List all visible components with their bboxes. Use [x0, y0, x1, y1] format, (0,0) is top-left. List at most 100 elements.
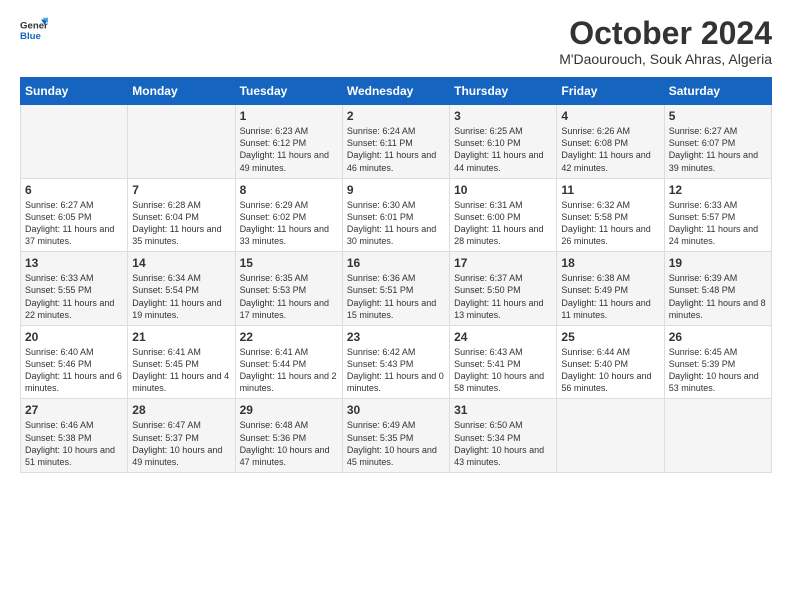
calendar-cell: 20 Sunrise: 6:40 AM Sunset: 5:46 PM Dayli… — [21, 325, 128, 399]
calendar-cell: 6Sunrise: 6:27 AM Sunset: 6:05 PM Daylig… — [21, 178, 128, 252]
day-number: 16 — [347, 256, 445, 270]
cell-content: Sunrise: 6:29 AM Sunset: 6:02 PM Dayligh… — [240, 199, 338, 248]
day-number: 19 — [669, 256, 767, 270]
header-cell-friday: Friday — [557, 78, 664, 105]
day-number: 2 — [347, 109, 445, 123]
day-number: 31 — [454, 403, 552, 417]
day-number: 5 — [669, 109, 767, 123]
day-number: 10 — [454, 183, 552, 197]
cell-content: Sunrise: 6:45 AM Sunset: 5:39 PM Dayligh… — [669, 346, 767, 395]
day-number: 23 — [347, 330, 445, 344]
week-row-1: 1 Sunrise: 6:23 AM Sunset: 6:12 PM Daylig… — [21, 105, 772, 179]
day-number: 8 — [240, 183, 338, 197]
calendar-cell: 31 Sunrise: 6:50 AM Sunset: 5:34 PM Dayli… — [450, 399, 557, 473]
calendar-cell: 18Sunrise: 6:38 AM Sunset: 5:49 PM Dayli… — [557, 252, 664, 326]
cell-content: Sunrise: 6:41 AM Sunset: 5:44 PM Dayligh… — [240, 346, 338, 395]
cell-content: Sunrise: 6:50 AM Sunset: 5:34 PM Dayligh… — [454, 419, 552, 468]
header-cell-sunday: Sunday — [21, 78, 128, 105]
calendar-cell: 26 Sunrise: 6:45 AM Sunset: 5:39 PM Dayli… — [664, 325, 771, 399]
calendar-cell: 5 Sunrise: 6:27 AM Sunset: 6:07 PM Daylig… — [664, 105, 771, 179]
calendar-cell: 24 Sunrise: 6:43 AM Sunset: 5:41 PM Dayli… — [450, 325, 557, 399]
day-number: 21 — [132, 330, 230, 344]
day-number: 26 — [669, 330, 767, 344]
calendar-page: General Blue October 2024 M'Daourouch, S… — [0, 0, 792, 612]
calendar-table: SundayMondayTuesdayWednesdayThursdayFrid… — [20, 77, 772, 473]
cell-content: Sunrise: 6:38 AM Sunset: 5:49 PM Dayligh… — [561, 272, 659, 321]
cell-content: Sunrise: 6:27 AM Sunset: 6:07 PM Dayligh… — [669, 125, 767, 174]
day-number: 28 — [132, 403, 230, 417]
cell-content: Sunrise: 6:23 AM Sunset: 6:12 PM Dayligh… — [240, 125, 338, 174]
cell-content: Sunrise: 6:43 AM Sunset: 5:41 PM Dayligh… — [454, 346, 552, 395]
header-cell-tuesday: Tuesday — [235, 78, 342, 105]
calendar-cell: 25 Sunrise: 6:44 AM Sunset: 5:40 PM Dayli… — [557, 325, 664, 399]
day-number: 15 — [240, 256, 338, 270]
cell-content: Sunrise: 6:42 AM Sunset: 5:43 PM Dayligh… — [347, 346, 445, 395]
week-row-4: 20 Sunrise: 6:40 AM Sunset: 5:46 PM Dayli… — [21, 325, 772, 399]
calendar-cell: 28 Sunrise: 6:47 AM Sunset: 5:37 PM Dayli… — [128, 399, 235, 473]
cell-content: Sunrise: 6:48 AM Sunset: 5:36 PM Dayligh… — [240, 419, 338, 468]
calendar-cell: 10Sunrise: 6:31 AM Sunset: 6:00 PM Dayli… — [450, 178, 557, 252]
header-cell-saturday: Saturday — [664, 78, 771, 105]
cell-content: Sunrise: 6:40 AM Sunset: 5:46 PM Dayligh… — [25, 346, 123, 395]
calendar-cell: 12Sunrise: 6:33 AM Sunset: 5:57 PM Dayli… — [664, 178, 771, 252]
day-number: 25 — [561, 330, 659, 344]
day-number: 29 — [240, 403, 338, 417]
day-number: 4 — [561, 109, 659, 123]
header-row: SundayMondayTuesdayWednesdayThursdayFrid… — [21, 78, 772, 105]
cell-content: Sunrise: 6:33 AM Sunset: 5:57 PM Dayligh… — [669, 199, 767, 248]
title-block: October 2024 M'Daourouch, Souk Ahras, Al… — [559, 16, 772, 67]
week-row-2: 6Sunrise: 6:27 AM Sunset: 6:05 PM Daylig… — [21, 178, 772, 252]
day-number: 7 — [132, 183, 230, 197]
week-row-5: 27 Sunrise: 6:46 AM Sunset: 5:38 PM Dayli… — [21, 399, 772, 473]
cell-content: Sunrise: 6:25 AM Sunset: 6:10 PM Dayligh… — [454, 125, 552, 174]
calendar-cell: 13 Sunrise: 6:33 AM Sunset: 5:55 PM Dayli… — [21, 252, 128, 326]
cell-content: Sunrise: 6:44 AM Sunset: 5:40 PM Dayligh… — [561, 346, 659, 395]
calendar-cell: 30 Sunrise: 6:49 AM Sunset: 5:35 PM Dayli… — [342, 399, 449, 473]
cell-content: Sunrise: 6:47 AM Sunset: 5:37 PM Dayligh… — [132, 419, 230, 468]
calendar-cell: 15 Sunrise: 6:35 AM Sunset: 5:53 PM Dayli… — [235, 252, 342, 326]
header: General Blue October 2024 M'Daourouch, S… — [20, 16, 772, 67]
cell-content: Sunrise: 6:34 AM Sunset: 5:54 PM Dayligh… — [132, 272, 230, 321]
calendar-cell: 1 Sunrise: 6:23 AM Sunset: 6:12 PM Daylig… — [235, 105, 342, 179]
month-title: October 2024 — [559, 16, 772, 51]
cell-content: Sunrise: 6:33 AM Sunset: 5:55 PM Dayligh… — [25, 272, 123, 321]
calendar-cell: 17Sunrise: 6:37 AM Sunset: 5:50 PM Dayli… — [450, 252, 557, 326]
calendar-cell: 7 Sunrise: 6:28 AM Sunset: 6:04 PM Daylig… — [128, 178, 235, 252]
svg-text:Blue: Blue — [20, 31, 41, 42]
logo-icon: General Blue — [20, 16, 48, 44]
day-number: 1 — [240, 109, 338, 123]
day-number: 24 — [454, 330, 552, 344]
day-number: 20 — [25, 330, 123, 344]
cell-content: Sunrise: 6:39 AM Sunset: 5:48 PM Dayligh… — [669, 272, 767, 321]
calendar-cell: 8 Sunrise: 6:29 AM Sunset: 6:02 PM Daylig… — [235, 178, 342, 252]
calendar-cell: 23 Sunrise: 6:42 AM Sunset: 5:43 PM Dayli… — [342, 325, 449, 399]
calendar-cell: 4 Sunrise: 6:26 AM Sunset: 6:08 PM Daylig… — [557, 105, 664, 179]
logo: General Blue — [20, 16, 48, 44]
calendar-cell: 3 Sunrise: 6:25 AM Sunset: 6:10 PM Daylig… — [450, 105, 557, 179]
cell-content: Sunrise: 6:46 AM Sunset: 5:38 PM Dayligh… — [25, 419, 123, 468]
cell-content: Sunrise: 6:35 AM Sunset: 5:53 PM Dayligh… — [240, 272, 338, 321]
cell-content: Sunrise: 6:49 AM Sunset: 5:35 PM Dayligh… — [347, 419, 445, 468]
cell-content: Sunrise: 6:30 AM Sunset: 6:01 PM Dayligh… — [347, 199, 445, 248]
header-cell-wednesday: Wednesday — [342, 78, 449, 105]
cell-content: Sunrise: 6:28 AM Sunset: 6:04 PM Dayligh… — [132, 199, 230, 248]
day-number: 13 — [25, 256, 123, 270]
day-number: 27 — [25, 403, 123, 417]
header-cell-monday: Monday — [128, 78, 235, 105]
day-number: 30 — [347, 403, 445, 417]
calendar-cell — [557, 399, 664, 473]
calendar-cell — [128, 105, 235, 179]
calendar-cell: 27 Sunrise: 6:46 AM Sunset: 5:38 PM Dayli… — [21, 399, 128, 473]
day-number: 11 — [561, 183, 659, 197]
calendar-cell — [21, 105, 128, 179]
day-number: 6 — [25, 183, 123, 197]
calendar-cell: 19 Sunrise: 6:39 AM Sunset: 5:48 PM Dayli… — [664, 252, 771, 326]
cell-content: Sunrise: 6:24 AM Sunset: 6:11 PM Dayligh… — [347, 125, 445, 174]
day-number: 22 — [240, 330, 338, 344]
day-number: 9 — [347, 183, 445, 197]
cell-content: Sunrise: 6:26 AM Sunset: 6:08 PM Dayligh… — [561, 125, 659, 174]
calendar-cell: 14Sunrise: 6:34 AM Sunset: 5:54 PM Dayli… — [128, 252, 235, 326]
calendar-cell: 11Sunrise: 6:32 AM Sunset: 5:58 PM Dayli… — [557, 178, 664, 252]
cell-content: Sunrise: 6:41 AM Sunset: 5:45 PM Dayligh… — [132, 346, 230, 395]
day-number: 3 — [454, 109, 552, 123]
